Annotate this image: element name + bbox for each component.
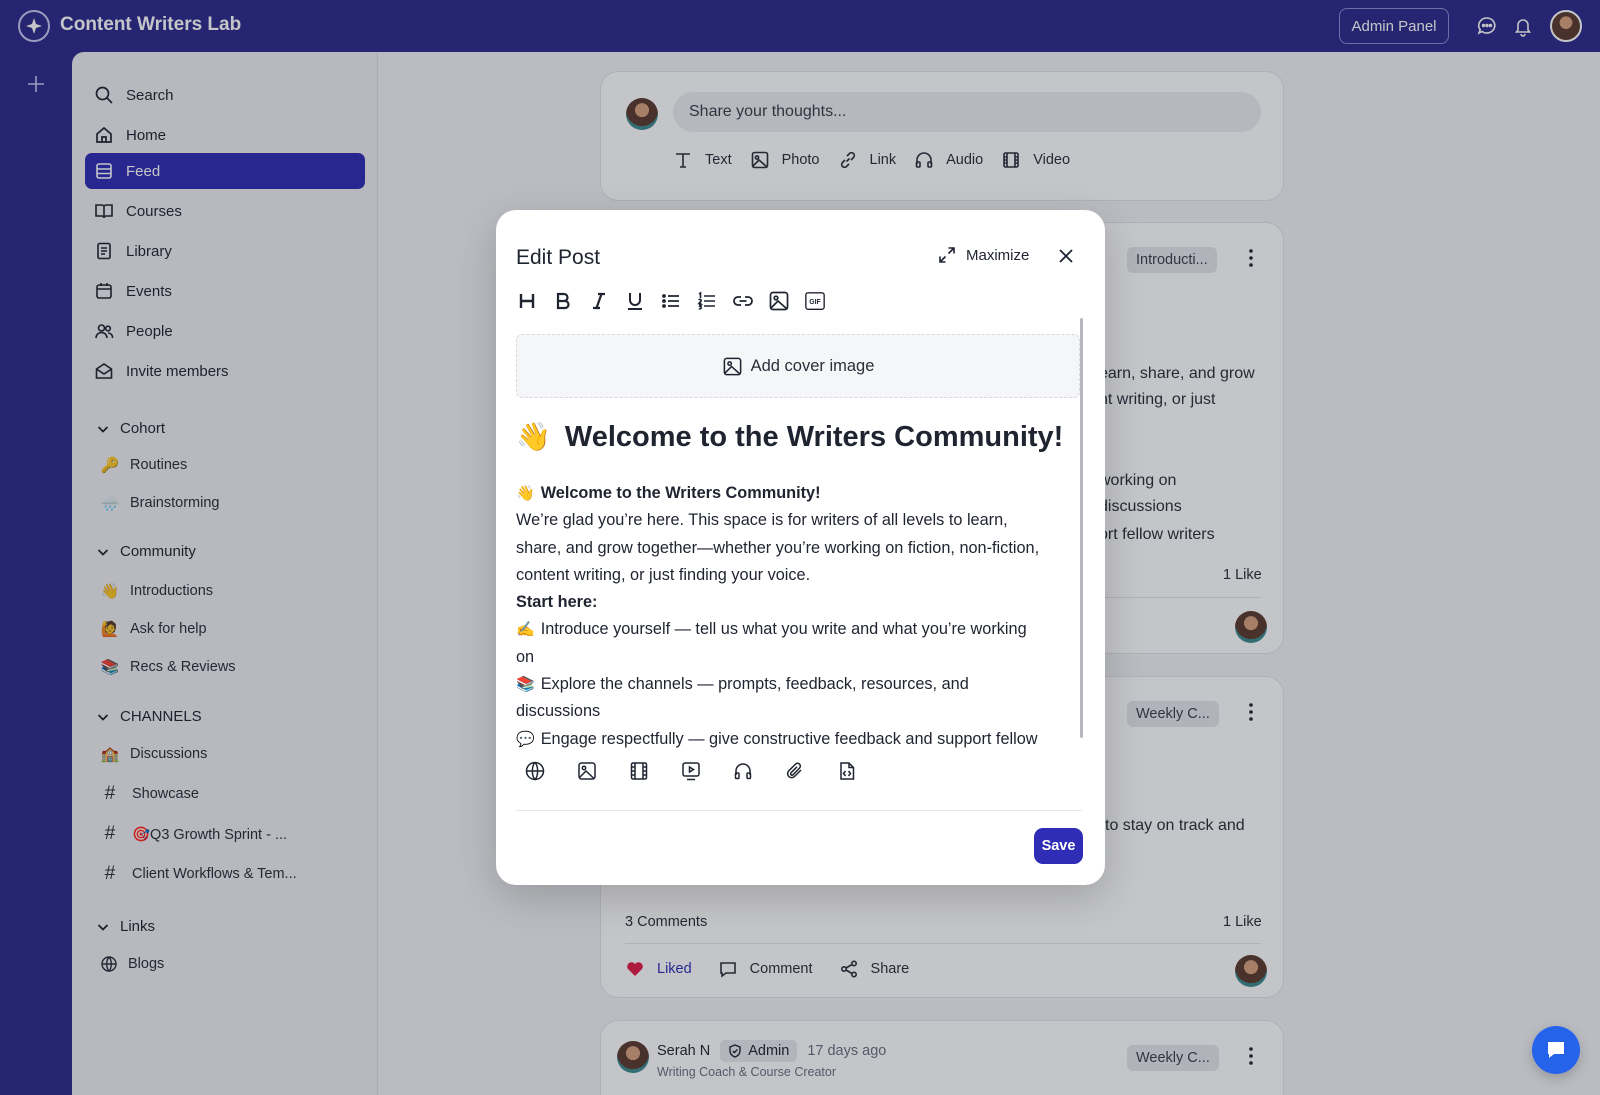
formatting-toolbar: GIF bbox=[516, 288, 840, 314]
chat-support-button[interactable] bbox=[1532, 1026, 1580, 1074]
wave-emoji-icon: 👋 bbox=[516, 421, 551, 452]
add-cover-label: Add cover image bbox=[750, 356, 875, 375]
writing-hand-emoji-icon: ✍️ bbox=[516, 621, 535, 639]
modal-title: Edit Post bbox=[516, 246, 601, 269]
bullet-list-button[interactable] bbox=[660, 290, 682, 312]
body-line: We’re glad you’re here. This space is fo… bbox=[516, 511, 1008, 530]
paperclip-icon[interactable] bbox=[784, 760, 806, 782]
bullet-list-icon bbox=[662, 294, 679, 308]
add-cover-image-button[interactable]: Add cover image bbox=[516, 334, 1080, 398]
post-title-text: Welcome to the Writers Community! bbox=[564, 421, 1064, 453]
video-player-icon[interactable] bbox=[680, 760, 702, 782]
body-text: Start here: bbox=[516, 593, 598, 612]
chat-bubble-icon bbox=[1548, 1042, 1564, 1058]
image-icon bbox=[769, 291, 789, 311]
svg-text:GIF: GIF bbox=[809, 299, 820, 306]
books-emoji-icon: 📚 bbox=[516, 676, 535, 694]
numbered-list-button[interactable] bbox=[696, 290, 718, 312]
headphones-icon[interactable] bbox=[732, 760, 754, 782]
maximize-button[interactable]: Maximize bbox=[938, 246, 1029, 264]
body-text: Welcome to the Writers Community! bbox=[540, 484, 821, 502]
underline-icon bbox=[628, 293, 642, 310]
numbered-list-icon bbox=[697, 291, 715, 310]
image-icon bbox=[723, 357, 741, 375]
body-line: writers bbox=[516, 753, 1082, 758]
body-line: 👋 Welcome to the Writers Community! bbox=[516, 480, 1082, 507]
body-line: 📚 Explore the channels — prompts, feedbac… bbox=[516, 671, 1082, 698]
divider bbox=[516, 810, 1082, 811]
body-line: 💬 Engage respectfully — give constructive… bbox=[516, 726, 1082, 753]
body-line: ✍️ Introduce yourself — tell us what you … bbox=[516, 616, 1082, 643]
bold-icon bbox=[556, 292, 570, 310]
globe-icon[interactable] bbox=[524, 760, 546, 782]
italic-button[interactable] bbox=[588, 290, 610, 312]
code-file-icon[interactable] bbox=[836, 760, 858, 782]
post-title-input[interactable]: 👋 Welcome to the Writers Community! bbox=[516, 420, 1063, 454]
post-editor[interactable]: Add cover image 👋 Welcome to the Writers … bbox=[516, 334, 1082, 758]
insert-image-button[interactable] bbox=[768, 290, 790, 312]
gif-icon: GIF bbox=[805, 292, 825, 310]
heading-button[interactable] bbox=[516, 290, 538, 312]
editor-scrollbar[interactable] bbox=[1080, 318, 1083, 738]
insert-link-button[interactable] bbox=[732, 290, 754, 312]
body-line: Start here: bbox=[516, 589, 1082, 616]
bold-button[interactable] bbox=[552, 290, 574, 312]
body-line: content writing, or just finding your vo… bbox=[516, 565, 811, 584]
heading-icon bbox=[519, 294, 535, 308]
body-text: Explore the channels — prompts, feedback… bbox=[540, 675, 969, 694]
post-body[interactable]: 👋 Welcome to the Writers Community! We’re… bbox=[516, 480, 1082, 758]
speech-bubble-emoji-icon: 💬 bbox=[516, 730, 535, 748]
maximize-label: Maximize bbox=[966, 246, 1030, 264]
expand-icon bbox=[939, 247, 955, 263]
body-line: on bbox=[516, 647, 535, 666]
wave-emoji-icon: 👋 bbox=[516, 485, 535, 502]
italic-icon bbox=[593, 292, 605, 310]
insert-gif-button[interactable]: GIF bbox=[804, 290, 826, 312]
body-line: discussions bbox=[516, 702, 601, 721]
body-text: Introduce yourself — tell us what you wr… bbox=[540, 620, 1027, 639]
image-icon[interactable] bbox=[576, 760, 598, 782]
body-line: share, and grow together—whether you’re … bbox=[516, 538, 1040, 557]
link-icon bbox=[733, 296, 753, 306]
film-icon[interactable] bbox=[628, 760, 650, 782]
save-button[interactable]: Save bbox=[1034, 828, 1083, 864]
body-text: Engage respectfully — give constructive … bbox=[540, 729, 1038, 748]
close-icon[interactable] bbox=[1056, 246, 1076, 266]
underline-button[interactable] bbox=[624, 290, 646, 312]
attachment-toolbar bbox=[524, 760, 888, 782]
edit-post-modal: Edit Post Maximize GIF Add cover image 👋… bbox=[496, 210, 1105, 885]
